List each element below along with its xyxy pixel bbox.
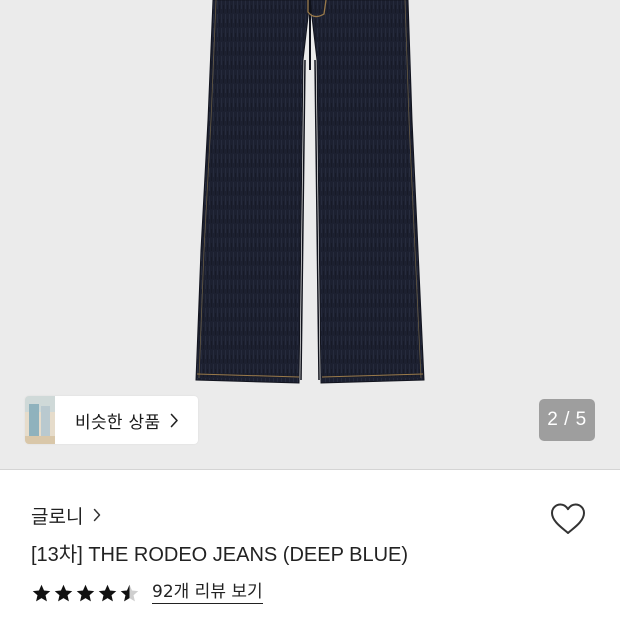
product-image-gallery[interactable]: 비슷한 상품 2 / 5 bbox=[0, 0, 620, 470]
heart-outline-icon bbox=[551, 503, 585, 534]
star-filled-icon bbox=[98, 584, 117, 601]
gallery-divider bbox=[0, 469, 620, 470]
star-half-icon bbox=[120, 584, 139, 601]
star-filled-icon bbox=[76, 584, 95, 601]
review-link[interactable]: 92개 리뷰 보기 bbox=[152, 582, 263, 604]
brand-name: 글로니 bbox=[31, 505, 84, 528]
star-filled-icon bbox=[54, 584, 73, 601]
brand-link[interactable]: 글로니 bbox=[31, 501, 101, 529]
rating-row: 92개 리뷰 보기 bbox=[31, 580, 263, 606]
similar-product-thumbnail bbox=[25, 396, 55, 444]
similar-products-button[interactable]: 비슷한 상품 bbox=[25, 396, 198, 444]
star-filled-icon bbox=[32, 584, 51, 601]
image-page-counter: 2 / 5 bbox=[539, 399, 595, 441]
chevron-right-icon bbox=[170, 413, 179, 428]
rating-stars bbox=[31, 583, 141, 604]
wishlist-button[interactable] bbox=[548, 500, 588, 538]
chevron-right-icon bbox=[93, 508, 101, 522]
page-counter-text: 2 / 5 bbox=[547, 409, 587, 430]
product-title: [13차] THE RODEO JEANS (DEEP BLUE) bbox=[31, 544, 409, 566]
similar-products-label: 비슷한 상품 bbox=[75, 412, 161, 433]
